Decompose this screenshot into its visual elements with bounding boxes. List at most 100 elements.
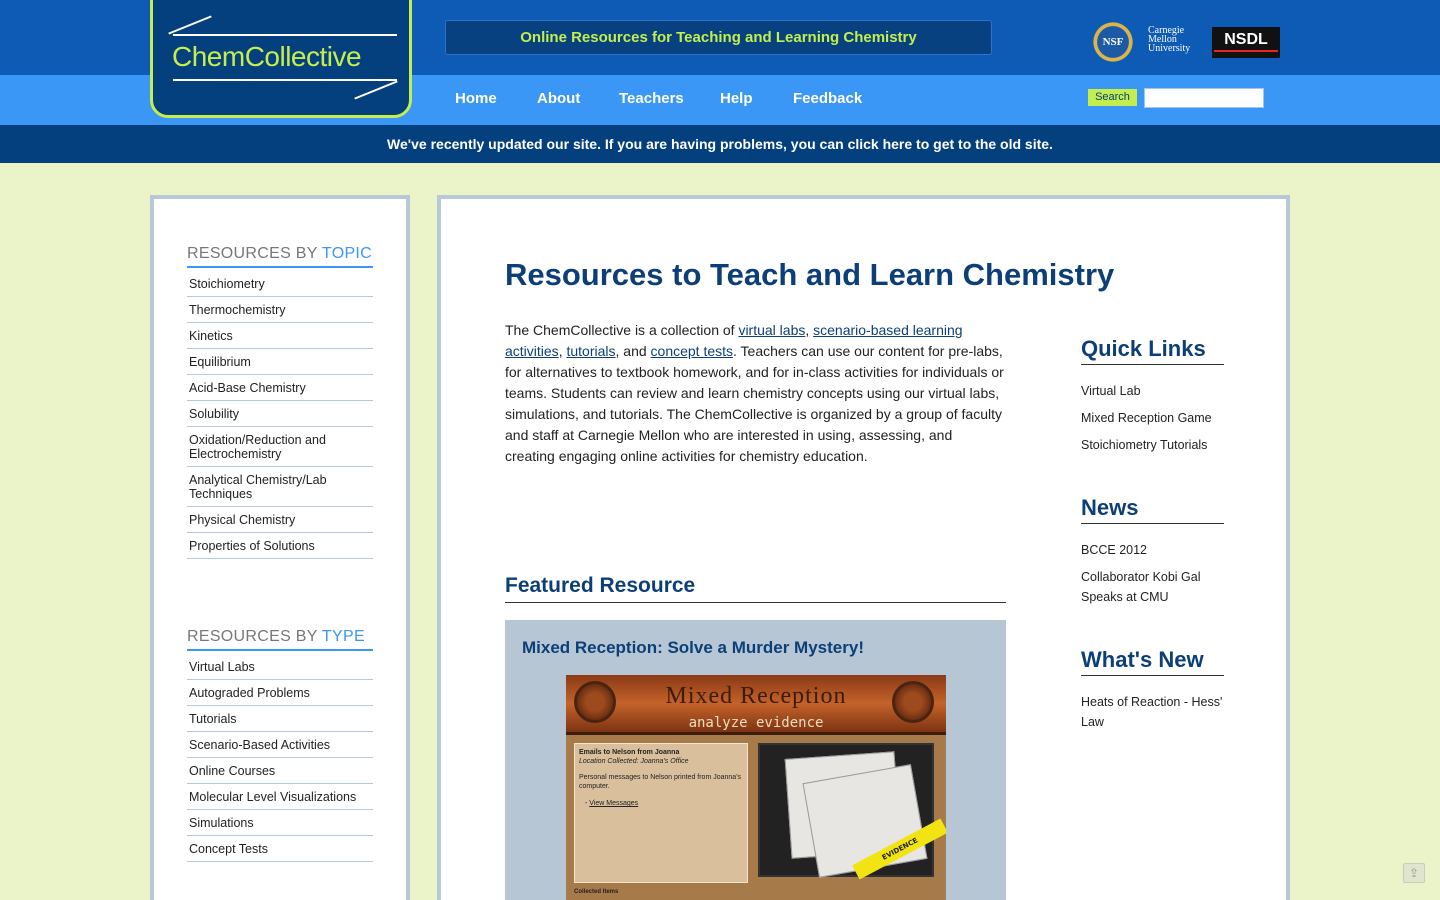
list-item: Scenario-Based Activities	[187, 732, 373, 758]
collected-items-label: Collected Items	[574, 889, 619, 895]
game-title: Mixed Reception	[665, 683, 847, 709]
share-icon[interactable]: ⇪	[1403, 863, 1425, 883]
nsf-logo[interactable]: NSF	[1091, 20, 1135, 64]
type-scenario-link[interactable]: Scenario-Based Activities	[187, 732, 373, 757]
logo-text: ChemCollective	[172, 41, 362, 72]
intro-text: The ChemCollective is a collection of	[505, 322, 739, 338]
logo-line-slash-bottom	[354, 80, 398, 100]
topic-equilibrium-link[interactable]: Equilibrium	[187, 349, 373, 374]
type-virtual-labs-link[interactable]: Virtual Labs	[187, 654, 373, 679]
search-button[interactable]: Search	[1088, 89, 1137, 106]
list-item: Solubility	[187, 401, 373, 427]
type-autograded-link[interactable]: Autograded Problems	[187, 680, 373, 705]
topic-stoichiometry-link[interactable]: Stoichiometry	[187, 271, 373, 296]
list-item: Equilibrium	[187, 349, 373, 375]
list-item: Properties of Solutions	[187, 533, 373, 559]
news-bcce-link[interactable]: BCCE 2012	[1081, 543, 1147, 557]
whats-new-list: Heats of Reaction - Hess' Law	[1081, 692, 1224, 732]
list-item: Autograded Problems	[187, 680, 373, 706]
quick-link-mixed-reception[interactable]: Mixed Reception Game	[1081, 411, 1212, 425]
quick-link-stoichiometry[interactable]: Stoichiometry Tutorials	[1081, 438, 1207, 452]
featured-resource-heading: Featured Resource	[505, 574, 1006, 603]
list-item: Concept Tests	[187, 836, 373, 862]
topic-solubility-link[interactable]: Solubility	[187, 401, 373, 426]
quick-links-section: Quick Links Virtual Lab Mixed Reception …	[1081, 336, 1224, 462]
site-tagline: Online Resources for Teaching and Learni…	[445, 20, 992, 55]
topic-kinetics-link[interactable]: Kinetics	[187, 323, 373, 348]
list-item: Online Courses	[187, 758, 373, 784]
type-concept-tests-link[interactable]: Concept Tests	[187, 836, 373, 861]
whats-new-section: What's New Heats of Reaction - Hess' Law	[1081, 647, 1224, 739]
list-item: Oxidation/Reduction and Electrochemistry	[187, 427, 373, 467]
type-list: Virtual Labs Autograded Problems Tutoria…	[187, 654, 373, 862]
whats-new-heading: What's New	[1081, 647, 1224, 676]
intro-text: ,	[805, 322, 814, 338]
logo-line-slash-top	[168, 15, 212, 35]
list-item: Mixed Reception Game	[1081, 408, 1224, 428]
sidebar: RESOURCES BY TOPIC Stoichiometry Thermoc…	[150, 195, 410, 900]
news-heading: News	[1081, 495, 1224, 524]
list-item: Physical Chemistry	[187, 507, 373, 533]
quick-links-heading: Quick Links	[1081, 336, 1224, 365]
quick-link-virtual-lab[interactable]: Virtual Lab	[1081, 384, 1141, 398]
type-online-courses-link[interactable]: Online Courses	[187, 758, 373, 783]
news-kobi-gal-link[interactable]: Collaborator Kobi Gal Speaks at CMU	[1081, 570, 1201, 604]
topic-thermochemistry-link[interactable]: Thermochemistry	[187, 297, 373, 322]
topic-redox-link[interactable]: Oxidation/Reduction and Electrochemistry	[187, 427, 373, 466]
quick-links-list: Virtual Lab Mixed Reception Game Stoichi…	[1081, 381, 1224, 455]
nav-about[interactable]: About	[537, 75, 580, 125]
site-update-notice: We've recently updated our site. If you …	[0, 125, 1440, 163]
cmu-logo[interactable]: Carnegie Mellon University	[1148, 26, 1200, 54]
topic-acid-base-link[interactable]: Acid-Base Chemistry	[187, 375, 373, 400]
view-messages-link: View Messages	[589, 800, 639, 807]
page-title: Resources to Teach and Learn Chemistry	[505, 257, 1115, 292]
evidence-title: Emails to Nelson from Joanna	[579, 749, 680, 756]
nav-teachers[interactable]: Teachers	[619, 75, 684, 125]
list-item: Analytical Chemistry/Lab Techniques	[187, 467, 373, 507]
list-item: Tutorials	[187, 706, 373, 732]
search-input[interactable]	[1144, 88, 1264, 108]
type-simulations-link[interactable]: Simulations	[187, 810, 373, 835]
whats-new-hess-law-link[interactable]: Heats of Reaction - Hess' Law	[1081, 695, 1222, 729]
chemcollective-logo[interactable]: ChemCollective	[150, 0, 412, 118]
heading-plain: RESOURCES BY	[187, 245, 322, 262]
main-content: Resources to Teach and Learn Chemistry T…	[437, 195, 1290, 900]
list-item: Acid-Base Chemistry	[187, 375, 373, 401]
topic-physical-link[interactable]: Physical Chemistry	[187, 507, 373, 532]
logo-line-bottom	[173, 79, 397, 81]
concept-tests-link[interactable]: concept tests	[651, 343, 734, 359]
evidence-description: Personal messages to Nelson printed from…	[579, 774, 742, 790]
featured-resource-title-link[interactable]: Mixed Reception: Solve a Murder Mystery!	[522, 638, 864, 658]
nsdl-logo-underline	[1214, 50, 1278, 52]
featured-resource-screenshot[interactable]: Mixed Reception analyze evidence Emails …	[566, 675, 946, 900]
resources-by-topic-heading: RESOURCES BY TOPIC	[187, 245, 373, 268]
old-site-link[interactable]: We've recently updated our site. If you …	[387, 136, 1053, 152]
evidence-link-row: - View Messages	[585, 800, 639, 807]
tutorials-link[interactable]: tutorials	[566, 343, 615, 359]
logo-line-top	[173, 34, 397, 36]
list-item: Stoichiometry	[187, 271, 373, 297]
game-evidence-panel: Emails to Nelson from Joanna Location Co…	[574, 743, 748, 883]
list-item: Kinetics	[187, 323, 373, 349]
virtual-labs-link[interactable]: virtual labs	[738, 322, 805, 338]
nav-help[interactable]: Help	[720, 75, 753, 125]
nsdl-logo[interactable]: NSDL	[1212, 27, 1280, 58]
heading-plain: RESOURCES BY	[187, 628, 322, 645]
nav-home[interactable]: Home	[455, 75, 497, 125]
list-item: Stoichiometry Tutorials	[1081, 435, 1224, 455]
intro-paragraph: The ChemCollective is a collection of vi…	[505, 320, 1005, 467]
list-item: Simulations	[187, 810, 373, 836]
topic-solutions-link[interactable]: Properties of Solutions	[187, 533, 373, 558]
featured-resource-box: Mixed Reception: Solve a Murder Mystery!…	[505, 620, 1006, 900]
intro-text: , and	[615, 343, 651, 359]
topic-analytical-link[interactable]: Analytical Chemistry/Lab Techniques	[187, 467, 373, 506]
type-tutorials-link[interactable]: Tutorials	[187, 706, 373, 731]
topic-list: Stoichiometry Thermochemistry Kinetics E…	[187, 271, 373, 559]
evidence-photo: EVIDENCE	[758, 743, 946, 880]
evidence-location: Location Collected: Joanna's Office	[579, 758, 689, 765]
list-item: Virtual Lab	[1081, 381, 1224, 401]
list-item: Heats of Reaction - Hess' Law	[1081, 692, 1224, 732]
heading-accent: TOPIC	[321, 245, 373, 262]
type-molecular-link[interactable]: Molecular Level Visualizations	[187, 784, 373, 809]
nav-feedback[interactable]: Feedback	[793, 75, 862, 125]
